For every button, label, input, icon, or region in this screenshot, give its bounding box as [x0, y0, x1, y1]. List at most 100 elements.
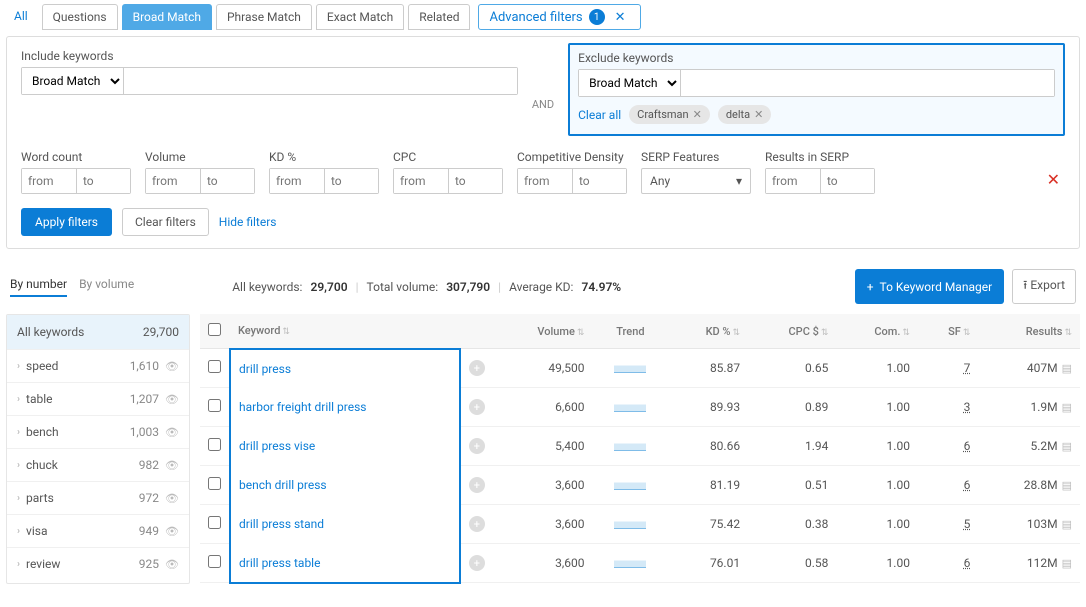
exclude-mode-select[interactable]: Broad Match: [579, 70, 681, 96]
row-checkbox[interactable]: [208, 477, 221, 490]
eye-icon[interactable]: 👁: [165, 426, 179, 439]
resultsinserp-to[interactable]: [820, 169, 874, 193]
eye-icon[interactable]: 👁: [165, 360, 179, 373]
volume-from[interactable]: [146, 169, 200, 193]
eye-icon[interactable]: 👁: [165, 558, 179, 571]
col-cpc[interactable]: CPC $: [789, 325, 819, 338]
view-by-number[interactable]: By number: [10, 277, 67, 297]
row-checkbox[interactable]: [208, 399, 221, 412]
apply-filters-button[interactable]: Apply filters: [21, 208, 112, 236]
sidebar-item[interactable]: ›table1,207👁: [7, 382, 189, 415]
table-row: drill press table+3,60076.010.581.006112…: [200, 544, 1080, 583]
tab-related[interactable]: Related: [408, 4, 470, 30]
resultsinserp-from[interactable]: [766, 169, 820, 193]
cell-kd: 80.66: [668, 427, 748, 466]
keyword-link[interactable]: drill press vise: [239, 439, 315, 453]
remove-filter-row-icon[interactable]: ✕: [1042, 165, 1065, 194]
sidebar-item[interactable]: ›chuck982👁: [7, 448, 189, 481]
cell-sf[interactable]: 3: [964, 400, 971, 414]
row-checkbox[interactable]: [208, 555, 221, 568]
export-button[interactable]: ⭱ Export: [1012, 269, 1076, 304]
sidebar-item-count: 982: [139, 458, 159, 472]
exclude-input[interactable]: [681, 70, 1054, 96]
sidebar-item[interactable]: ›speed1,610👁: [7, 349, 189, 382]
serp-icon[interactable]: ▤: [1062, 557, 1072, 570]
eye-icon[interactable]: 👁: [165, 492, 179, 505]
cpc-from[interactable]: [394, 169, 448, 193]
sidebar-item[interactable]: ›review925👁: [7, 547, 189, 580]
serpfeatures-select[interactable]: Any▾: [641, 168, 751, 194]
add-icon[interactable]: +: [469, 399, 485, 415]
tab-questions[interactable]: Questions: [42, 4, 118, 30]
volume-to[interactable]: [200, 169, 254, 193]
row-checkbox[interactable]: [208, 360, 221, 373]
cell-sf[interactable]: 7: [964, 361, 971, 375]
sidebar-item[interactable]: ›parts972👁: [7, 481, 189, 514]
tab-all[interactable]: All: [4, 4, 38, 30]
row-checkbox[interactable]: [208, 438, 221, 451]
col-com[interactable]: Com.: [874, 325, 900, 338]
chip-delta[interactable]: delta ✕: [718, 105, 772, 124]
keyword-link[interactable]: drill press table: [239, 556, 320, 570]
serp-icon[interactable]: ▤: [1062, 362, 1072, 375]
add-icon[interactable]: +: [469, 477, 485, 493]
kd-to[interactable]: [324, 169, 378, 193]
wordcount-from[interactable]: [22, 169, 76, 193]
cell-volume: 3,600: [493, 544, 593, 583]
add-icon[interactable]: +: [469, 360, 485, 376]
serp-icon[interactable]: ▤: [1062, 479, 1072, 492]
keyword-link[interactable]: drill press: [239, 362, 291, 376]
eye-icon[interactable]: 👁: [165, 459, 179, 472]
trend-sparkline: [614, 361, 646, 373]
advanced-filters-toggle[interactable]: Advanced filters 1 ✕: [478, 4, 640, 30]
hide-filters-link[interactable]: Hide filters: [219, 215, 277, 229]
serp-icon[interactable]: ▤: [1062, 518, 1072, 531]
col-kd[interactable]: KD %: [706, 325, 731, 338]
keyword-link[interactable]: harbor freight drill press: [239, 400, 367, 414]
col-volume[interactable]: Volume: [537, 325, 575, 338]
compdensity-to[interactable]: [572, 169, 626, 193]
keyword-link[interactable]: bench drill press: [239, 478, 327, 492]
cell-sf[interactable]: 5: [964, 517, 971, 531]
include-mode-select[interactable]: Broad Match: [22, 68, 124, 94]
close-icon[interactable]: ✕: [611, 10, 630, 25]
serp-icon[interactable]: ▤: [1062, 401, 1072, 414]
cpc-to[interactable]: [448, 169, 502, 193]
wordcount-label: Word count: [21, 150, 131, 164]
col-trend[interactable]: Trend: [616, 325, 644, 338]
allkw-value: 29,700: [310, 280, 347, 294]
cell-sf[interactable]: 6: [964, 556, 971, 570]
wordcount-to[interactable]: [76, 169, 130, 193]
sidebar-item[interactable]: ›bench1,003👁: [7, 415, 189, 448]
to-keyword-manager-button[interactable]: + To Keyword Manager: [855, 269, 1004, 304]
row-checkbox[interactable]: [208, 516, 221, 529]
clear-filters-button[interactable]: Clear filters: [122, 208, 209, 236]
clear-all-link[interactable]: Clear all: [578, 108, 621, 122]
chip-craftsman[interactable]: Craftsman✕: [629, 105, 710, 124]
eye-icon[interactable]: 👁: [165, 393, 179, 406]
col-sf[interactable]: SF: [948, 325, 961, 338]
kd-from[interactable]: [270, 169, 324, 193]
col-results[interactable]: Results: [1026, 325, 1063, 338]
cell-sf[interactable]: 6: [964, 439, 971, 453]
chip-remove-icon[interactable]: ✕: [693, 108, 702, 121]
tab-broad[interactable]: Broad Match: [122, 4, 212, 30]
col-keyword[interactable]: Keyword: [238, 324, 280, 337]
chip-remove-icon[interactable]: ✕: [754, 108, 763, 121]
compdensity-from[interactable]: [518, 169, 572, 193]
sidebar-head[interactable]: All keywords 29,700: [7, 315, 189, 349]
eye-icon[interactable]: 👁: [165, 525, 179, 538]
chip-label: delta: [726, 108, 750, 121]
tab-exact[interactable]: Exact Match: [316, 4, 404, 30]
add-icon[interactable]: +: [469, 516, 485, 532]
sidebar-item[interactable]: ›visa949👁: [7, 514, 189, 547]
view-by-volume[interactable]: By volume: [79, 277, 134, 297]
serp-icon[interactable]: ▤: [1062, 440, 1072, 453]
keyword-link[interactable]: drill press stand: [239, 517, 324, 531]
cell-sf[interactable]: 6: [964, 478, 971, 492]
add-icon[interactable]: +: [469, 555, 485, 571]
include-input[interactable]: [124, 68, 517, 94]
add-icon[interactable]: +: [469, 438, 485, 454]
select-all-checkbox[interactable]: [208, 323, 221, 336]
tab-phrase[interactable]: Phrase Match: [216, 4, 312, 30]
